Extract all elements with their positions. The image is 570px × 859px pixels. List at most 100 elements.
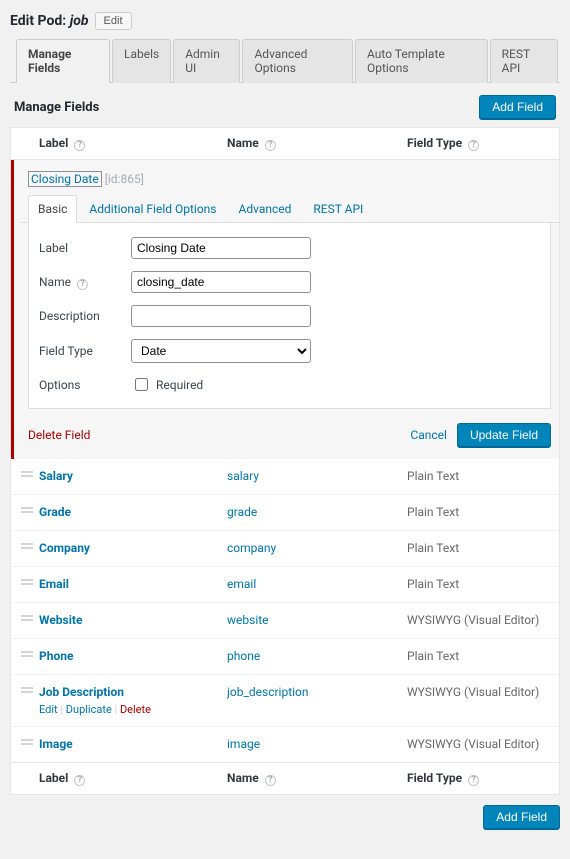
description-label: Description — [39, 309, 131, 323]
table-header: Label ? Name ? Field Type ? — [11, 128, 559, 160]
field-label-link[interactable]: Image — [39, 737, 73, 751]
field-label-link[interactable]: Grade — [39, 505, 71, 519]
field-label-link[interactable]: Salary — [39, 469, 73, 483]
update-field-button[interactable]: Update Field — [457, 423, 551, 447]
field-type-value: WYSIWYG (Visual Editor) — [407, 737, 549, 751]
help-icon[interactable]: ? — [77, 279, 88, 290]
required-checkbox[interactable] — [135, 378, 148, 391]
col-name-heading: Name — [227, 136, 259, 150]
field-label-link[interactable]: Email — [39, 577, 69, 591]
drag-handle-icon[interactable] — [21, 737, 33, 749]
editor-id-value: 865 — [120, 172, 140, 186]
field-name-value: website — [227, 613, 407, 627]
field-name-value: salary — [227, 469, 407, 483]
field-label-link[interactable]: Phone — [39, 649, 73, 663]
table-footer: Label ? Name ? Field Type ? — [11, 762, 559, 794]
add-field-button-bottom[interactable]: Add Field — [483, 805, 560, 829]
col-label-heading: Label — [39, 136, 68, 150]
required-label: Required — [156, 378, 203, 392]
drag-handle-icon[interactable] — [21, 685, 33, 697]
delete-field-link[interactable]: Delete Field — [28, 428, 90, 442]
description-input[interactable] — [131, 305, 311, 327]
tab-advanced-options[interactable]: Advanced Options — [242, 39, 353, 83]
drag-handle-icon[interactable] — [21, 649, 33, 661]
help-icon[interactable]: ? — [468, 140, 479, 151]
fields-table: Label ? Name ? Field Type ? Closing Date… — [10, 127, 560, 795]
field-label-link[interactable]: Website — [39, 613, 82, 627]
table-row: EmailEdit | Duplicate | DeleteemailPlain… — [11, 567, 559, 603]
tab-admin-ui[interactable]: Admin UI — [173, 39, 240, 83]
editor-tab-rest-api[interactable]: REST API — [303, 195, 373, 223]
help-icon[interactable]: ? — [468, 775, 479, 786]
drag-handle-icon[interactable] — [21, 469, 33, 481]
tab-rest-api[interactable]: REST API — [490, 39, 558, 83]
page-title: Edit Pod: job — [10, 13, 89, 29]
help-icon[interactable]: ? — [265, 775, 276, 786]
field-type-value: Plain Text — [407, 577, 549, 591]
row-duplicate-link[interactable]: Duplicate — [66, 703, 112, 716]
drag-handle-icon[interactable] — [21, 613, 33, 625]
editor-id-suffix: ] — [141, 172, 144, 186]
field-type-value: Plain Text — [407, 541, 549, 555]
editor-form: Label Name ? Description Field Type — [28, 223, 551, 409]
table-row: SalaryEdit | Duplicate | DeletesalaryPla… — [11, 459, 559, 495]
field-type-select[interactable]: Date — [131, 339, 311, 363]
main-tabs: Manage FieldsLabelsAdmin UIAdvanced Opti… — [10, 38, 560, 83]
editor-tab-basic[interactable]: Basic — [28, 195, 77, 223]
table-row: PhoneEdit | Duplicate | DeletephonePlain… — [11, 639, 559, 675]
label-label: Label — [39, 241, 131, 255]
row-delete-link[interactable]: Delete — [120, 703, 151, 716]
row-edit-link[interactable]: Edit — [39, 703, 58, 716]
help-icon[interactable]: ? — [265, 140, 276, 151]
field-editor: Closing Date [id:865] BasicAdditional Fi… — [11, 160, 559, 459]
drag-handle-icon[interactable] — [21, 541, 33, 553]
editor-field-title[interactable]: Closing Date — [28, 171, 102, 187]
field-type-value: WYSIWYG (Visual Editor) — [407, 685, 549, 699]
field-type-value: Plain Text — [407, 505, 549, 519]
help-icon[interactable]: ? — [74, 140, 85, 151]
options-label: Options — [39, 378, 131, 392]
cancel-link[interactable]: Cancel — [410, 428, 447, 442]
table-row: GradeEdit | Duplicate | DeletegradePlain… — [11, 495, 559, 531]
field-name-value: job_description — [227, 685, 407, 699]
page-title-prefix: Edit Pod: — [10, 13, 66, 29]
section-heading: Manage Fields — [14, 100, 99, 115]
page-title-name: job — [70, 13, 89, 29]
col-name-heading: Name — [227, 771, 259, 785]
drag-handle-icon[interactable] — [21, 505, 33, 517]
name-label: Name — [39, 275, 71, 289]
label-input[interactable] — [131, 237, 311, 259]
tab-auto-template-options[interactable]: Auto Template Options — [355, 39, 488, 83]
tab-labels[interactable]: Labels — [112, 39, 171, 83]
table-row: WebsiteEdit | Duplicate | DeletewebsiteW… — [11, 603, 559, 639]
col-type-heading: Field Type — [407, 136, 462, 150]
field-label-link[interactable]: Job Description — [39, 685, 124, 699]
add-field-button-top[interactable]: Add Field — [479, 95, 556, 119]
row-actions: Edit | Duplicate | Delete — [39, 703, 227, 716]
field-name-value: company — [227, 541, 407, 555]
editor-inner-tabs: BasicAdditional Field OptionsAdvancedRES… — [20, 194, 559, 223]
col-type-heading: Field Type — [407, 771, 462, 785]
help-icon[interactable]: ? — [74, 775, 85, 786]
field-type-value: Plain Text — [407, 649, 549, 663]
field-type-value: Plain Text — [407, 469, 549, 483]
field-name-value: phone — [227, 649, 407, 663]
tab-manage-fields[interactable]: Manage Fields — [16, 39, 110, 83]
name-input[interactable] — [131, 271, 311, 293]
edit-pod-name-button[interactable]: Edit — [95, 12, 132, 30]
table-row: Job Description Edit | Duplicate | Delete… — [11, 675, 559, 727]
editor-id-prefix: [id: — [105, 172, 121, 186]
page-title-bar: Edit Pod: job Edit — [10, 8, 560, 38]
field-type-label: Field Type — [39, 344, 131, 358]
field-name-value: email — [227, 577, 407, 591]
col-label-heading: Label — [39, 771, 68, 785]
drag-handle-icon[interactable] — [21, 577, 33, 589]
field-name-value: grade — [227, 505, 407, 519]
field-type-value: WYSIWYG (Visual Editor) — [407, 613, 549, 627]
field-label-link[interactable]: Company — [39, 541, 90, 555]
editor-tab-advanced[interactable]: Advanced — [229, 195, 302, 223]
editor-tab-additional-field-options[interactable]: Additional Field Options — [79, 195, 226, 223]
table-row: ImageEdit | Duplicate | DeleteimageWYSIW… — [11, 727, 559, 762]
table-row: CompanyEdit | Duplicate | DeletecompanyP… — [11, 531, 559, 567]
field-name-value: image — [227, 737, 407, 751]
